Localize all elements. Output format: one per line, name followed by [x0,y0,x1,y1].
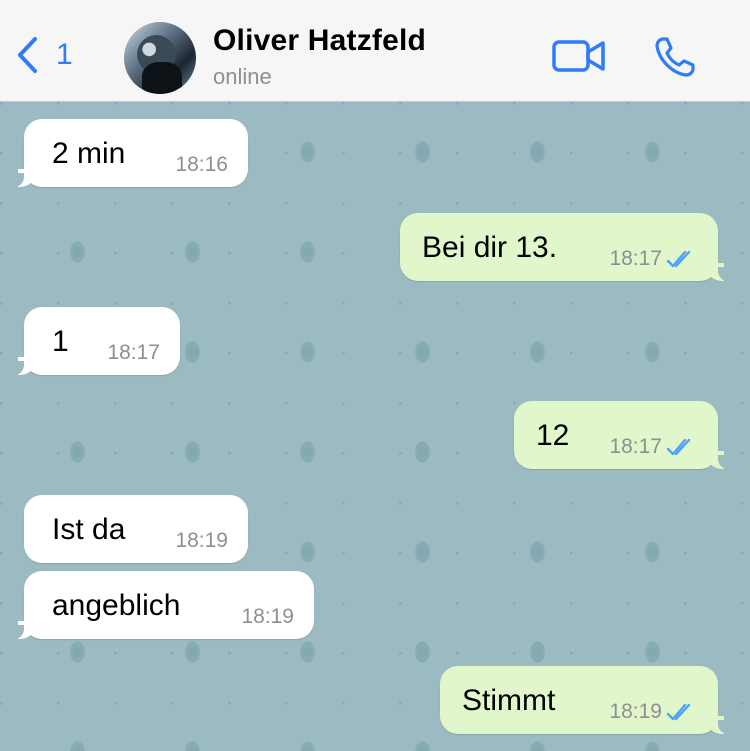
message-bubble-incoming[interactable]: 2 min 18:16 [10,119,248,187]
contact-status: online [213,64,272,89]
message-time: 18:19 [241,605,294,628]
read-receipt-icon [666,703,691,721]
message-text: 2 min [52,137,126,170]
message-text: Ist da [52,513,126,546]
message-bubble-incoming[interactable]: angeblich 18:19 [10,571,314,639]
video-camera-icon [552,40,605,72]
message-time: 18:17 [609,435,662,458]
message-text: Stimmt [462,684,556,717]
avatar[interactable] [124,22,196,94]
message-time: 18:19 [609,700,662,723]
message-text: 12 [536,419,570,452]
message-time: 18:16 [175,153,228,176]
chevron-left-icon [18,37,37,73]
message-text: angeblich [52,589,181,622]
video-call-button[interactable] [552,38,606,79]
read-receipt-icon [666,250,691,268]
message-bubble-incoming[interactable]: Ist da 18:19 [24,495,248,563]
back-button[interactable]: 1 [16,36,73,74]
message-time: 18:17 [107,341,160,364]
message-text: Bei dir 13. [422,231,558,264]
voice-call-button[interactable] [654,36,696,83]
message-bubble-outgoing[interactable]: Bei dir 13. 18:17 [400,213,732,281]
message-bubble-outgoing[interactable]: 12 18:17 [514,401,732,469]
message-bubble-incoming[interactable]: 1 18:17 [10,307,180,375]
unread-count: 1 [56,38,73,71]
phone-icon [655,37,695,77]
message-time: 18:19 [175,529,228,552]
message-bubble-outgoing[interactable]: Stimmt 18:19 [440,666,732,734]
chat-header: 1 Oliver Hatzfeld online [0,0,750,102]
contact-name[interactable]: Oliver Hatzfeld [213,24,426,58]
message-time: 18:17 [609,247,662,270]
message-text: 1 [52,325,69,358]
read-receipt-icon [666,438,691,456]
